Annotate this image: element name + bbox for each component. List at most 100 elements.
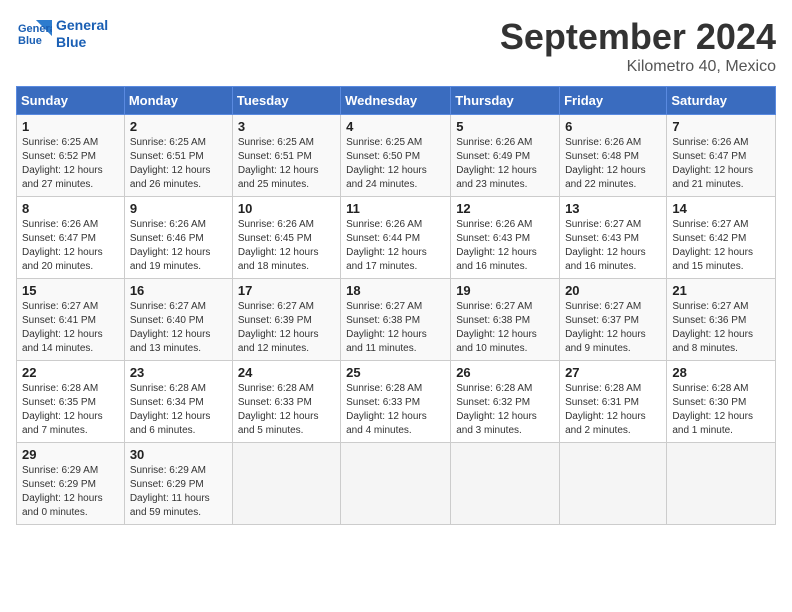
day-number: 11	[346, 201, 445, 216]
day-number: 14	[672, 201, 770, 216]
day-info: Sunrise: 6:28 AM Sunset: 6:34 PM Dayligh…	[130, 382, 227, 438]
day-info: Sunrise: 6:26 AM Sunset: 6:47 PM Dayligh…	[672, 136, 770, 192]
logo-line2: Blue	[56, 34, 108, 51]
calendar-day	[560, 443, 667, 525]
calendar-day: 30 Sunrise: 6:29 AM Sunset: 6:29 PM Dayli…	[124, 443, 232, 525]
calendar-day: 29Sunrise: 6:29 AM Sunset: 6:29 PM Dayli…	[17, 443, 125, 525]
day-info: Sunrise: 6:25 AM Sunset: 6:52 PM Dayligh…	[22, 136, 119, 192]
calendar-day	[451, 443, 560, 525]
calendar-day: 27 Sunrise: 6:28 AM Sunset: 6:31 PM Dayli…	[560, 361, 667, 443]
day-number: 12	[456, 201, 554, 216]
day-number: 8	[22, 201, 119, 216]
logo-icon: General Blue	[16, 16, 52, 52]
weekday-header-row: SundayMondayTuesdayWednesdayThursdayFrid…	[17, 87, 776, 115]
day-number: 20	[565, 283, 661, 298]
day-info: Sunrise: 6:28 AM Sunset: 6:35 PM Dayligh…	[22, 382, 119, 438]
calendar-day: 20 Sunrise: 6:27 AM Sunset: 6:37 PM Dayli…	[560, 279, 667, 361]
day-info: Sunrise: 6:26 AM Sunset: 6:48 PM Dayligh…	[565, 136, 661, 192]
calendar-day: 24 Sunrise: 6:28 AM Sunset: 6:33 PM Dayli…	[232, 361, 340, 443]
day-info: Sunrise: 6:28 AM Sunset: 6:30 PM Dayligh…	[672, 382, 770, 438]
month-title: September 2024	[500, 16, 776, 58]
day-info: Sunrise: 6:26 AM Sunset: 6:49 PM Dayligh…	[456, 136, 554, 192]
weekday-header-wednesday: Wednesday	[341, 87, 451, 115]
day-number: 9	[130, 201, 227, 216]
day-number: 29	[22, 447, 119, 462]
calendar-day: 6Sunrise: 6:26 AM Sunset: 6:48 PM Daylig…	[560, 115, 667, 197]
day-number: 23	[130, 365, 227, 380]
day-number: 24	[238, 365, 335, 380]
calendar-day: 28 Sunrise: 6:28 AM Sunset: 6:30 PM Dayli…	[667, 361, 776, 443]
day-info: Sunrise: 6:27 AM Sunset: 6:38 PM Dayligh…	[346, 300, 445, 356]
calendar-day: 3Sunrise: 6:25 AM Sunset: 6:51 PM Daylig…	[232, 115, 340, 197]
weekday-header-monday: Monday	[124, 87, 232, 115]
svg-text:Blue: Blue	[18, 35, 42, 47]
day-number: 18	[346, 283, 445, 298]
day-number: 30	[130, 447, 227, 462]
calendar-day: 23 Sunrise: 6:28 AM Sunset: 6:34 PM Dayli…	[124, 361, 232, 443]
calendar-day: 22 Sunrise: 6:28 AM Sunset: 6:35 PM Dayli…	[17, 361, 125, 443]
page-header: General Blue General Blue September 2024…	[16, 16, 776, 76]
calendar-day: 1 Sunrise: 6:25 AM Sunset: 6:52 PM Daylig…	[17, 115, 125, 197]
calendar-week-4: 22 Sunrise: 6:28 AM Sunset: 6:35 PM Dayli…	[17, 361, 776, 443]
day-number: 21	[672, 283, 770, 298]
calendar-day: 13 Sunrise: 6:27 AM Sunset: 6:43 PM Dayli…	[560, 197, 667, 279]
day-info: Sunrise: 6:27 AM Sunset: 6:40 PM Dayligh…	[130, 300, 227, 356]
calendar-day: 5 Sunrise: 6:26 AM Sunset: 6:49 PM Daylig…	[451, 115, 560, 197]
calendar-day: 25Sunrise: 6:28 AM Sunset: 6:33 PM Dayli…	[341, 361, 451, 443]
calendar-day: 18 Sunrise: 6:27 AM Sunset: 6:38 PM Dayli…	[341, 279, 451, 361]
title-section: September 2024 Kilometro 40, Mexico	[500, 16, 776, 76]
calendar-day: 4 Sunrise: 6:25 AM Sunset: 6:50 PM Daylig…	[341, 115, 451, 197]
day-number: 25	[346, 365, 445, 380]
day-number: 28	[672, 365, 770, 380]
day-number: 3	[238, 119, 335, 134]
calendar-day: 11 Sunrise: 6:26 AM Sunset: 6:44 PM Dayli…	[341, 197, 451, 279]
day-info: Sunrise: 6:27 AM Sunset: 6:37 PM Dayligh…	[565, 300, 661, 356]
day-info: Sunrise: 6:25 AM Sunset: 6:50 PM Dayligh…	[346, 136, 445, 192]
logo: General Blue General Blue	[16, 16, 108, 52]
day-info: Sunrise: 6:29 AM Sunset: 6:29 PM Dayligh…	[130, 464, 227, 520]
day-number: 16	[130, 283, 227, 298]
weekday-header-sunday: Sunday	[17, 87, 125, 115]
calendar-day: 10Sunrise: 6:26 AM Sunset: 6:45 PM Dayli…	[232, 197, 340, 279]
day-info: Sunrise: 6:27 AM Sunset: 6:42 PM Dayligh…	[672, 218, 770, 274]
day-number: 5	[456, 119, 554, 134]
day-info: Sunrise: 6:26 AM Sunset: 6:46 PM Dayligh…	[130, 218, 227, 274]
logo-line1: General	[56, 17, 108, 34]
calendar-week-1: 1 Sunrise: 6:25 AM Sunset: 6:52 PM Daylig…	[17, 115, 776, 197]
calendar-day: 26 Sunrise: 6:28 AM Sunset: 6:32 PM Dayli…	[451, 361, 560, 443]
day-number: 1	[22, 119, 119, 134]
svg-text:General: General	[18, 23, 52, 35]
day-info: Sunrise: 6:27 AM Sunset: 6:43 PM Dayligh…	[565, 218, 661, 274]
day-number: 4	[346, 119, 445, 134]
day-number: 7	[672, 119, 770, 134]
day-number: 27	[565, 365, 661, 380]
day-info: Sunrise: 6:27 AM Sunset: 6:39 PM Dayligh…	[238, 300, 335, 356]
day-number: 10	[238, 201, 335, 216]
calendar-week-2: 8Sunrise: 6:26 AM Sunset: 6:47 PM Daylig…	[17, 197, 776, 279]
calendar-day	[341, 443, 451, 525]
calendar-week-5: 29 Sunrise: 6:29 AM Sunset: 6:29 PM Dayli…	[17, 443, 776, 525]
day-info: Sunrise: 6:28 AM Sunset: 6:33 PM Dayligh…	[238, 382, 335, 438]
day-number: 15	[22, 283, 119, 298]
calendar-day: 17 Sunrise: 6:27 AM Sunset: 6:39 PM Dayli…	[232, 279, 340, 361]
weekday-header-tuesday: Tuesday	[232, 87, 340, 115]
calendar-day: 9 Sunrise: 6:26 AM Sunset: 6:46 PM Daylig…	[124, 197, 232, 279]
day-number: 22	[22, 365, 119, 380]
calendar-day: 8Sunrise: 6:26 AM Sunset: 6:47 PM Daylig…	[17, 197, 125, 279]
day-number: 26	[456, 365, 554, 380]
weekday-header-thursday: Thursday	[451, 87, 560, 115]
day-number: 17	[238, 283, 335, 298]
calendar-day	[667, 443, 776, 525]
calendar-week-3: 15 Sunrise: 6:27 AM Sunset: 6:41 PM Dayli…	[17, 279, 776, 361]
day-info: Sunrise: 6:28 AM Sunset: 6:31 PM Dayligh…	[565, 382, 661, 438]
location-subtitle: Kilometro 40, Mexico	[500, 58, 776, 76]
calendar-day: 2Sunrise: 6:25 AM Sunset: 6:51 PM Daylig…	[124, 115, 232, 197]
day-info: Sunrise: 6:25 AM Sunset: 6:51 PM Dayligh…	[130, 136, 227, 192]
day-number: 19	[456, 283, 554, 298]
calendar-day: 7 Sunrise: 6:26 AM Sunset: 6:47 PM Daylig…	[667, 115, 776, 197]
day-info: Sunrise: 6:28 AM Sunset: 6:32 PM Dayligh…	[456, 382, 554, 438]
day-info: Sunrise: 6:26 AM Sunset: 6:44 PM Dayligh…	[346, 218, 445, 274]
day-info: Sunrise: 6:27 AM Sunset: 6:41 PM Dayligh…	[22, 300, 119, 356]
calendar-day	[232, 443, 340, 525]
day-number: 13	[565, 201, 661, 216]
